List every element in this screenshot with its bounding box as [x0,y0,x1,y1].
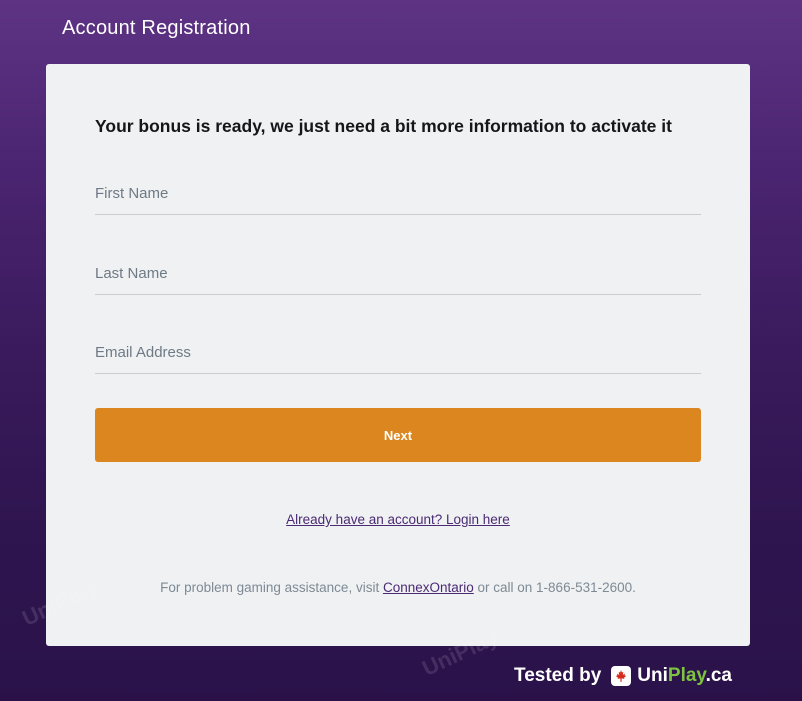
email-field[interactable] [95,331,701,374]
connex-ontario-link[interactable]: ConnexOntario [383,580,474,595]
last-name-field[interactable] [95,252,701,295]
brand-tld: .ca [705,665,732,686]
registration-card: Your bonus is ready, we just need a bit … [46,64,750,646]
brand-logo-text: UniPlay.ca [637,665,732,687]
next-button[interactable]: Next [95,408,701,462]
login-link-container: Already have an account? Login here [46,512,750,527]
page-title: Account Registration [62,17,251,39]
maple-leaf-icon [611,666,632,686]
brand-uni: Uni [637,665,668,686]
first-name-field[interactable] [95,172,701,215]
help-suffix: or call on 1-866-531-2600. [473,580,636,595]
form-heading: Your bonus is ready, we just need a bit … [95,116,672,136]
email-input[interactable] [95,331,701,373]
brand-play: Play [667,665,706,686]
help-prefix: For problem gaming assistance, visit [160,580,383,595]
problem-gaming-help: For problem gaming assistance, visit Con… [46,580,750,595]
first-name-input[interactable] [95,172,701,214]
login-link[interactable]: Already have an account? Login here [286,512,510,527]
last-name-input[interactable] [95,252,701,294]
tested-by-badge: Tested by UniPlay.ca [514,665,732,687]
tested-by-label: Tested by [514,665,602,686]
